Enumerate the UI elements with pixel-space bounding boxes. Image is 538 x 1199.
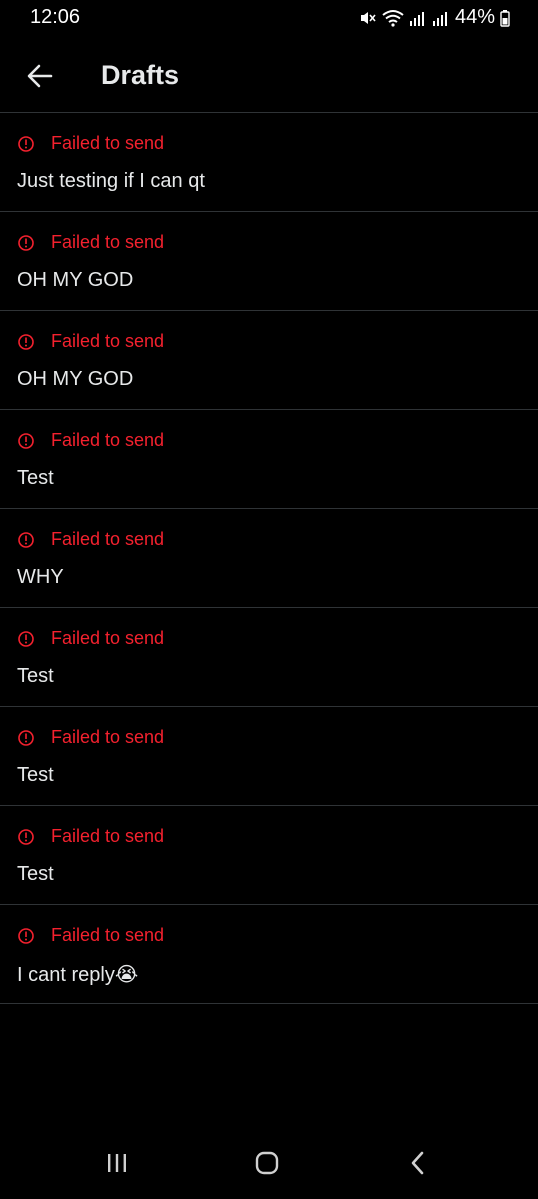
error-text: Failed to send (51, 529, 165, 549)
recents-icon (108, 1154, 126, 1172)
home-icon (255, 1151, 279, 1175)
draft-list: Failed to send Just testing if I can qt … (0, 113, 538, 1004)
signal-icon (432, 9, 450, 27)
back-button[interactable] (18, 54, 62, 98)
draft-status: Failed to send (17, 331, 164, 352)
nav-back-button[interactable] (398, 1145, 438, 1181)
status-time: 12:06 (30, 6, 81, 28)
draft-item[interactable]: Failed to send Just testing if I can qt (0, 113, 538, 212)
error-icon (18, 630, 34, 647)
draft-text: I cant reply😭 (17, 964, 139, 986)
draft-status: Failed to send (17, 826, 164, 847)
draft-status: Failed to send (17, 232, 164, 253)
draft-text: Test (17, 863, 54, 885)
draft-text: Test (17, 764, 54, 786)
draft-status: Failed to send (17, 628, 164, 649)
drafts-screen: 12:06 44% Drafts Failed to send Just tes… (0, 0, 538, 1199)
status-bar: 12:06 44% (0, 0, 538, 36)
draft-text: OH MY GOD (17, 368, 134, 390)
system-nav-bar (0, 1129, 538, 1199)
recents-button[interactable] (97, 1145, 137, 1181)
draft-text: Test (17, 467, 54, 489)
mute-icon (359, 9, 377, 27)
error-text: Failed to send (51, 925, 165, 945)
draft-text: Just testing if I can qt (17, 170, 205, 192)
error-icon (18, 234, 34, 251)
draft-item[interactable]: Failed to send Test (0, 707, 538, 806)
draft-text: WHY (17, 566, 64, 588)
draft-status: Failed to send (17, 430, 164, 451)
draft-item[interactable]: Failed to send I cant reply😭 (0, 905, 538, 1004)
status-icons: 44% (359, 6, 510, 29)
error-icon (18, 927, 34, 944)
arrow-left-icon (27, 64, 53, 88)
error-text: Failed to send (51, 430, 165, 450)
error-icon (18, 135, 34, 152)
draft-status: Failed to send (17, 529, 164, 550)
error-icon (18, 729, 34, 746)
error-text: Failed to send (51, 628, 165, 648)
home-button[interactable] (247, 1145, 287, 1181)
error-text: Failed to send (51, 727, 165, 747)
wifi-icon (382, 9, 404, 27)
draft-status: Failed to send (17, 925, 164, 946)
draft-status: Failed to send (17, 133, 164, 154)
draft-text: Test (17, 665, 54, 687)
error-icon (18, 828, 34, 845)
draft-item[interactable]: Failed to send Test (0, 608, 538, 707)
draft-item[interactable]: Failed to send WHY (0, 509, 538, 608)
error-icon (18, 432, 34, 449)
error-icon (18, 333, 34, 350)
draft-status: Failed to send (17, 727, 164, 748)
page-title: Drafts (101, 60, 180, 90)
error-text: Failed to send (51, 826, 165, 846)
draft-text: OH MY GOD (17, 269, 134, 291)
signal-icon (409, 9, 427, 27)
draft-item[interactable]: Failed to send OH MY GOD (0, 212, 538, 311)
error-text: Failed to send (51, 331, 165, 351)
battery-text: 44% (454, 6, 495, 28)
draft-item[interactable]: Failed to send OH MY GOD (0, 311, 538, 410)
draft-item[interactable]: Failed to send Test (0, 806, 538, 905)
error-text: Failed to send (51, 232, 165, 252)
error-text: Failed to send (51, 133, 165, 153)
back-icon (411, 1151, 424, 1175)
battery-icon (500, 9, 510, 27)
header: Drafts (0, 40, 538, 113)
error-icon (18, 531, 34, 548)
draft-item[interactable]: Failed to send Test (0, 410, 538, 509)
